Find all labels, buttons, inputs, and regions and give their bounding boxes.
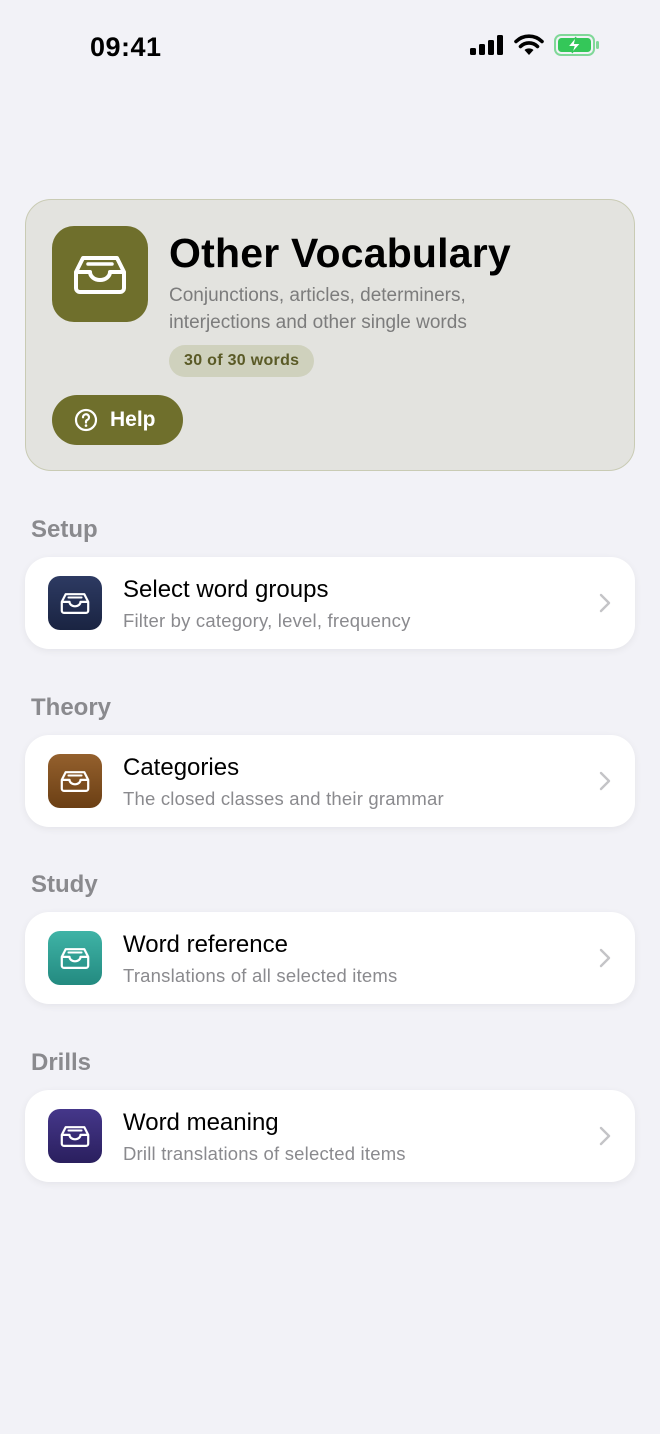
wifi-icon [514, 34, 544, 55]
row-icon [48, 576, 102, 630]
tray-icon [60, 948, 90, 969]
chevron-right-icon [599, 771, 611, 791]
hero-icon [52, 226, 148, 322]
row-select-word-groups[interactable]: Select word groups Filter by category, l… [25, 557, 635, 649]
status-icons [470, 34, 600, 56]
row-icon [48, 931, 102, 985]
row-subtitle: Drill translations of selected items [123, 1143, 406, 1164]
row-icon [48, 1109, 102, 1163]
row-subtitle: Translations of all selected items [123, 965, 398, 986]
cellular-signal-icon [470, 35, 503, 55]
screen: 09:41 Other Vocabulary Conjunctions, art… [0, 0, 660, 1434]
tray-icon [60, 771, 90, 792]
tray-icon [74, 256, 126, 294]
chevron-right-icon [599, 593, 611, 613]
page-title: Other Vocabulary [169, 230, 511, 276]
row-subtitle: The closed classes and their grammar [123, 788, 444, 809]
tray-icon [60, 1126, 90, 1147]
row-word-reference[interactable]: Word reference Translations of all selec… [25, 912, 635, 1004]
help-button-label: Help [110, 408, 156, 431]
help-button[interactable]: Help [52, 395, 183, 445]
row-categories[interactable]: Categories The closed classes and their … [25, 735, 635, 827]
tray-icon [60, 593, 90, 614]
chevron-right-icon [599, 1126, 611, 1146]
section-header-theory: Theory [31, 694, 112, 721]
page-subtitle: Conjunctions, articles, determiners, int… [169, 285, 467, 333]
status-bar: 09:41 [0, 0, 660, 100]
word-count-badge: 30 of 30 words [169, 345, 315, 377]
question-circle-icon [74, 408, 98, 432]
battery-charging-icon [554, 34, 599, 56]
section-header-study: Study [31, 871, 98, 898]
hero-card: Other Vocabulary Conjunctions, articles,… [25, 199, 635, 471]
row-icon [48, 754, 102, 808]
row-title: Select word groups [123, 576, 329, 603]
row-word-meaning[interactable]: Word meaning Drill translations of selec… [25, 1090, 635, 1182]
chevron-right-icon [599, 948, 611, 968]
row-title: Word reference [123, 931, 288, 958]
row-subtitle: Filter by category, level, frequency [123, 610, 411, 631]
row-title: Word meaning [123, 1109, 279, 1136]
section-header-drills: Drills [31, 1049, 92, 1076]
row-title: Categories [123, 754, 240, 781]
status-time: 09:41 [90, 32, 162, 62]
section-header-setup: Setup [31, 516, 98, 543]
